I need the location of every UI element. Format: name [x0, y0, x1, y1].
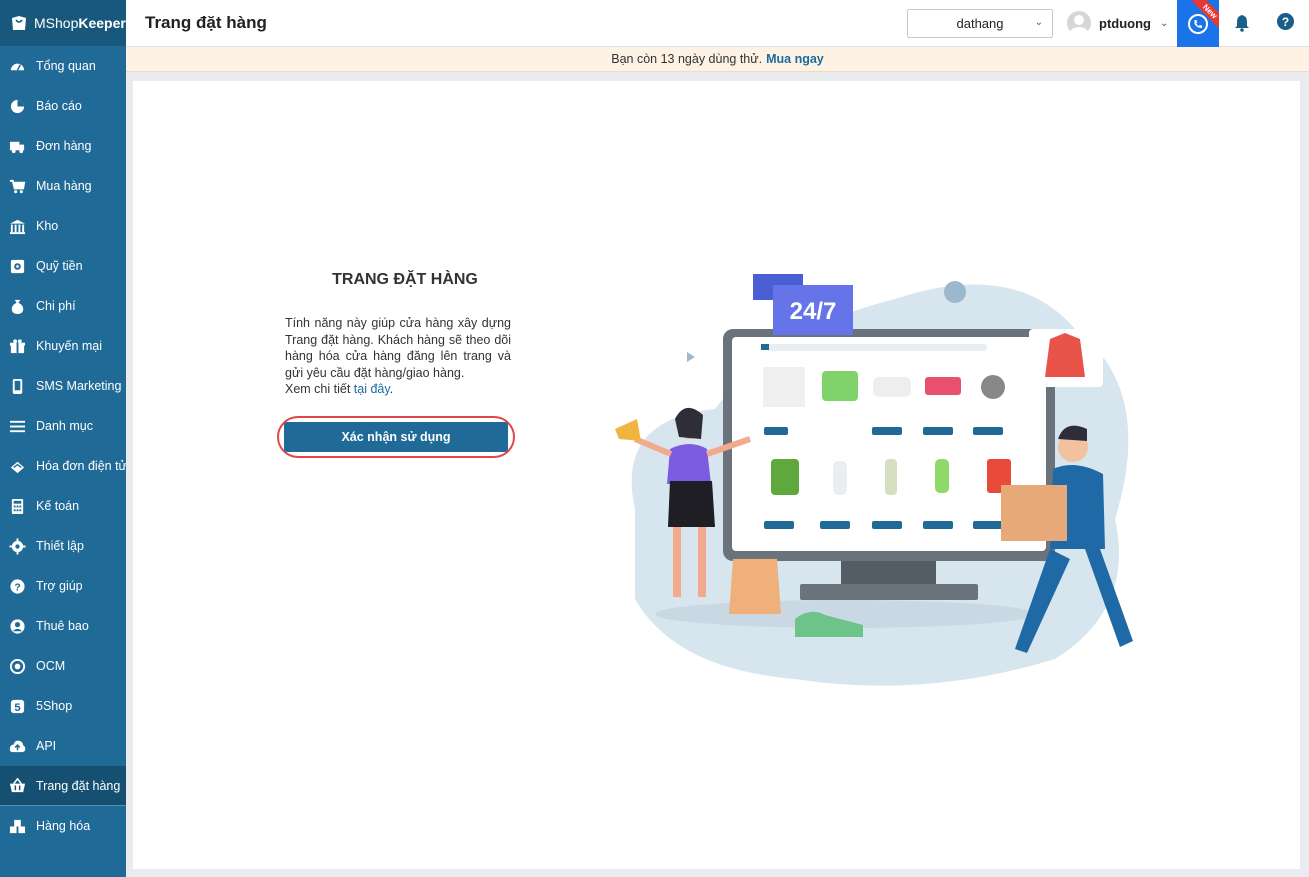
buy-now-link[interactable]: Mua ngay	[766, 52, 824, 66]
store-select[interactable]: dathang ⌄	[907, 9, 1053, 38]
user-menu[interactable]: ptduong ⌄	[1067, 11, 1168, 35]
sidebar-item-gift[interactable]: Khuyến mại	[0, 326, 126, 366]
sidebar-item-gear[interactable]: Thiết lập	[0, 526, 126, 566]
badge-text: 24/7	[790, 298, 837, 325]
screen-logo	[761, 344, 769, 350]
sidebar-item-calculator[interactable]: Kế toán	[0, 486, 126, 526]
chevron-down-icon: ⌄	[1159, 17, 1169, 29]
ocm-icon	[9, 658, 26, 675]
sidebar-item-label: Kho	[36, 219, 59, 233]
bell-icon	[1235, 15, 1249, 32]
confirm-use-button[interactable]: Xác nhận sử dụng	[284, 422, 508, 452]
sidebar-item-dashboard[interactable]: Tổng quan	[0, 46, 126, 86]
pie-chart-icon	[9, 98, 26, 115]
sidebar-item-ocm[interactable]: OCM	[0, 646, 126, 686]
user-icon	[9, 618, 26, 635]
sidebar-item-label: Chi phí	[36, 299, 76, 313]
sidebar-item-pie-chart[interactable]: Báo cáo	[0, 86, 126, 126]
feature-description: Tính năng này giúp cửa hàng xây dựng Tra…	[285, 316, 511, 396]
basket-icon	[9, 777, 26, 794]
hotline-button[interactable]: New	[1177, 0, 1219, 47]
sidebar-item-fiveshop[interactable]: 5 5Shop	[0, 686, 126, 726]
sidebar-item-list[interactable]: Danh mục	[0, 406, 126, 446]
sidebar-item-label: Mua hàng	[36, 179, 92, 193]
warehouse-icon	[9, 218, 26, 235]
monitor-base	[800, 584, 978, 600]
sidebar: MShopKeeper Tổng quan Báo cáo Đơn hàng Mua …	[0, 0, 127, 877]
jacket-icon	[1045, 333, 1085, 377]
cart-icon	[9, 178, 26, 195]
sidebar-item-label: Báo cáo	[36, 99, 82, 113]
section-heading: TRANG ĐẶT HÀNG	[332, 271, 478, 288]
money-bag-icon	[9, 298, 26, 315]
shopping-bag	[729, 559, 781, 614]
phone-icon	[9, 378, 26, 395]
sidebar-item-label: API	[36, 739, 57, 753]
content-card: TRANG ĐẶT HÀNG Tính năng này giúp cửa hà…	[133, 81, 1300, 869]
trial-banner: Bạn còn 13 ngày dùng thử. Mua ngay	[126, 47, 1309, 72]
sidebar-item-label: Hóa đơn điện tử	[36, 459, 127, 473]
shop-bag-icon	[12, 16, 26, 30]
sidebar-item-label: Danh mục	[36, 419, 93, 433]
cloud-upload-icon	[9, 738, 26, 755]
sidebar-item-label: SMS Marketing	[36, 379, 122, 393]
sidebar-item-basket[interactable]: Trang đặt hàng	[0, 766, 126, 806]
store-select-value: dathang	[956, 16, 1004, 31]
sidebar-item-label: Quỹ tiền	[36, 259, 83, 273]
sidebar-item-label: Đơn hàng	[36, 139, 92, 153]
monitor-stand	[841, 559, 936, 584]
sidebar-item-label: OCM	[36, 659, 66, 673]
sidebar-item-label: Thuê bao	[36, 619, 89, 633]
sidebar-item-cart[interactable]: Mua hàng	[0, 166, 126, 206]
truck-icon	[9, 138, 26, 155]
help-button[interactable]: ?	[1277, 13, 1294, 30]
sidebar-item-label: 5Shop	[36, 699, 73, 713]
top-header: Trang đặt hàng dathang ⌄ ptduong ⌄ New ?	[126, 0, 1309, 47]
sidebar-item-label: Kế toán	[36, 499, 80, 513]
dashboard-icon	[9, 58, 26, 75]
safe-icon	[9, 258, 26, 275]
svg-text:?: ?	[14, 582, 20, 593]
sidebar-item-boxes[interactable]: Hàng hóa	[0, 806, 126, 846]
sidebar-item-label: Trợ giúp	[36, 579, 83, 593]
fiveshop-icon: 5	[9, 698, 26, 715]
invoice-icon	[9, 458, 26, 475]
sidebar-item-truck[interactable]: Đơn hàng	[0, 126, 126, 166]
sidebar-item-question[interactable]: ? Trợ giúp	[0, 566, 126, 606]
intro-panel: TRANG ĐẶT HÀNG Tính năng này giúp cửa hà…	[285, 271, 511, 398]
sidebar-item-warehouse[interactable]: Kho	[0, 206, 126, 246]
calculator-icon	[9, 498, 26, 515]
notification-button[interactable]	[1231, 12, 1253, 34]
boxes-icon	[9, 818, 26, 835]
sidebar-item-label: Tổng quan	[36, 59, 96, 73]
online-store-illustration: 24/7	[615, 274, 1133, 686]
sidebar-item-invoice[interactable]: Hóa đơn điện tử	[0, 446, 127, 486]
svg-text:5: 5	[14, 701, 20, 713]
app-logo[interactable]: MShopKeeper	[0, 0, 126, 46]
sidebar-item-phone[interactable]: SMS Marketing	[0, 366, 126, 406]
username: ptduong	[1099, 15, 1151, 31]
sidebar-menu: Tổng quan Báo cáo Đơn hàng Mua hàng Kho Quỹ t…	[0, 46, 127, 846]
confirm-button-highlight: Xác nhận sử dụng	[277, 416, 515, 458]
avatar	[1067, 11, 1091, 35]
list-icon	[9, 418, 26, 435]
screen-searchbar	[767, 344, 987, 351]
sidebar-item-money-bag[interactable]: Chi phí	[0, 286, 126, 326]
sidebar-item-label: Khuyến mại	[36, 339, 103, 353]
gear-icon	[9, 537, 26, 555]
sidebar-item-user[interactable]: Thuê bao	[0, 606, 126, 646]
gift-icon	[9, 338, 26, 355]
sidebar-item-label: Trang đặt hàng	[36, 778, 121, 793]
trial-text: Bạn còn 13 ngày dùng thử.	[611, 52, 763, 66]
detail-link[interactable]: tại đây	[354, 382, 390, 396]
sidebar-item-label: Thiết lập	[36, 539, 84, 553]
thumbs-up-icon	[944, 281, 966, 303]
page-title: Trang đặt hàng	[145, 13, 267, 32]
sidebar-item-safe[interactable]: Quỹ tiền	[0, 246, 126, 286]
sidebar-item-label: Hàng hóa	[36, 819, 91, 833]
chevron-down-icon: ⌄	[1034, 17, 1043, 28]
brand-name: MShopKeeper	[34, 15, 126, 31]
question-icon: ?	[9, 578, 26, 595]
sidebar-item-cloud-upload[interactable]: API	[0, 726, 126, 766]
